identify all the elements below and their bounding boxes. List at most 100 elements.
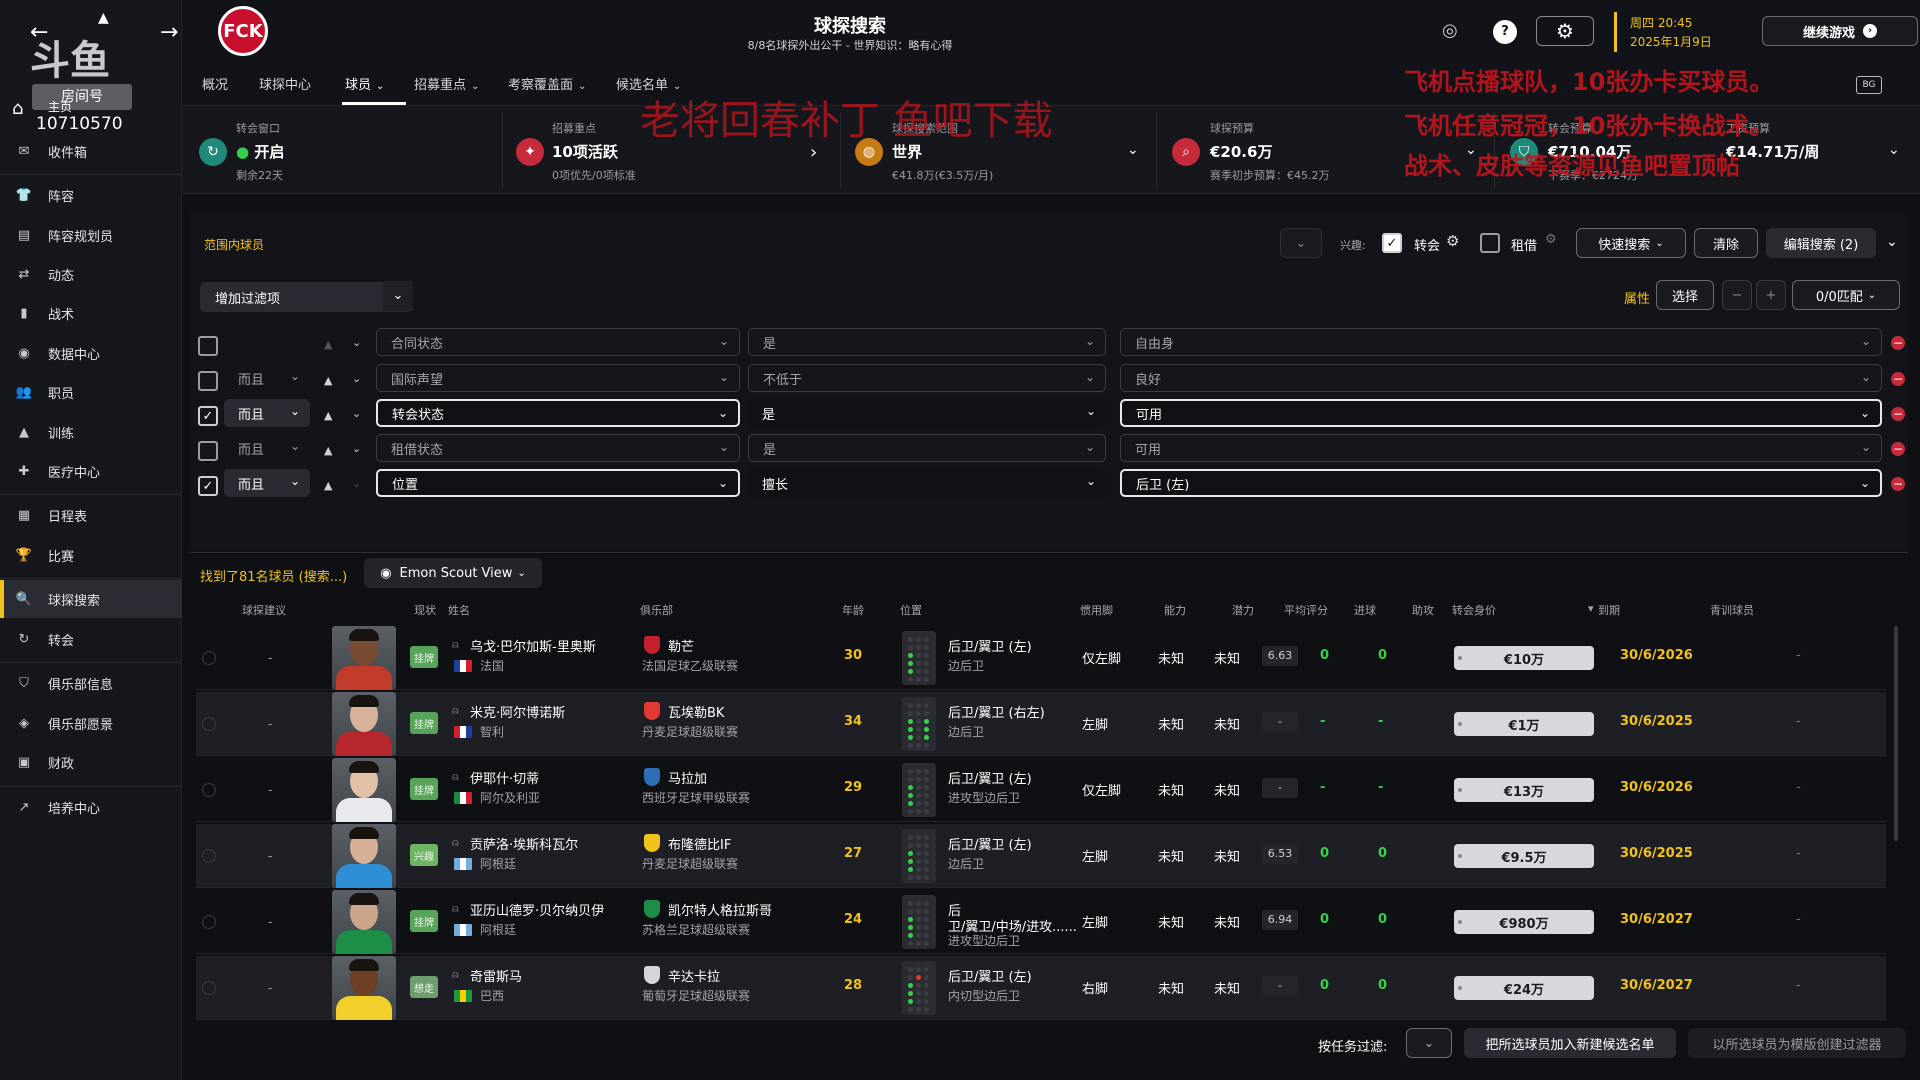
up-arrow-icon[interactable]: ▲: [324, 409, 332, 422]
filter-checkbox[interactable]: ✓: [198, 476, 218, 496]
quick-search-button[interactable]: 快速搜索 ⌄: [1576, 228, 1686, 258]
sidebar-item-data-hub[interactable]: ◉ 数据中心: [0, 334, 182, 372]
table-row[interactable]: - 挂牌 ⍝ 伊耶什·切蒂 阿尔及利亚 马拉加 西班牙足球甲级联赛 29 后卫/翼卫 (左) 进…: [196, 758, 1886, 822]
table-row[interactable]: - 挂牌 ⍝ 乌戈·巴尔加斯-里奥斯 法国 勒芒 法国足球乙级联赛 30 后卫/翼卫 (左) 边…: [196, 626, 1886, 690]
filter-field-dropdown[interactable]: 位置 ⌄: [376, 469, 740, 497]
col-header-avg[interactable]: 平均评分: [1284, 602, 1328, 618]
row-checkbox[interactable]: [202, 981, 216, 995]
filter-value-dropdown[interactable]: 自由身 ⌄: [1120, 328, 1882, 356]
col-header-status[interactable]: 现状: [414, 602, 436, 618]
col-header-name[interactable]: 姓名: [448, 602, 470, 618]
filter-operator-dropdown[interactable]: 不低于 ⌄: [748, 364, 1106, 392]
col-header-expires[interactable]: 到期: [1598, 602, 1620, 618]
sidebar-item-development[interactable]: ↗ 培养中心: [0, 788, 182, 826]
gear-icon[interactable]: ⚙: [1446, 232, 1459, 250]
add-filter-dropdown[interactable]: 增加过滤项 ⌄: [200, 281, 413, 312]
col-header-ability[interactable]: 能力: [1164, 602, 1186, 618]
remove-filter-icon[interactable]: −: [1891, 442, 1905, 456]
filter-operator-dropdown[interactable]: 是 ⌄: [748, 328, 1106, 356]
sidebar-item-finances[interactable]: ▣ 财政: [0, 743, 182, 781]
row-checkbox[interactable]: [202, 783, 216, 797]
clear-button[interactable]: 清除: [1694, 228, 1758, 258]
filter-conjunction-dropdown[interactable]: 而且 ⌄: [224, 469, 310, 497]
club-crest-icon[interactable]: FCK: [218, 6, 268, 56]
tab-coverage[interactable]: 考察覆盖面 ⌄: [508, 74, 586, 93]
up-arrow-icon[interactable]: ▲: [324, 444, 332, 457]
sidebar-item-inbox[interactable]: ✉ 收件箱: [0, 132, 182, 170]
filter-value-dropdown[interactable]: 后卫 (左) ⌄: [1120, 469, 1882, 497]
loan-checkbox[interactable]: [1480, 233, 1500, 253]
sidebar-item-training[interactable]: ▲ 训练: [0, 413, 182, 451]
chevron-down-icon[interactable]: ⌄: [1888, 142, 1900, 158]
filter-checkbox[interactable]: [198, 371, 218, 391]
scrollbar[interactable]: [1894, 626, 1898, 841]
chevron-down-icon[interactable]: ⌄: [352, 442, 361, 455]
up-arrow-icon[interactable]: ▲: [324, 374, 332, 387]
create-filter-button[interactable]: 以所选球员为模版创建过滤器: [1688, 1028, 1906, 1058]
filter-conjunction-dropdown[interactable]: 而且 ⌄: [224, 399, 310, 427]
filter-value-dropdown[interactable]: 可用 ⌄: [1120, 399, 1882, 427]
remove-filter-icon[interactable]: −: [1891, 477, 1905, 491]
col-header-foot[interactable]: 惯用脚: [1080, 602, 1113, 618]
filter-checkbox[interactable]: [198, 441, 218, 461]
up-arrow-icon[interactable]: ▲: [324, 479, 332, 492]
chevron-down-icon[interactable]: ⌄: [352, 407, 361, 420]
filter-field-dropdown[interactable]: 合同状态 ⌄: [376, 328, 740, 356]
col-header-value[interactable]: 转会身价: [1452, 602, 1496, 618]
remove-filter-icon[interactable]: −: [1891, 336, 1905, 350]
sidebar-item-tactics[interactable]: ▮ 战术: [0, 294, 182, 332]
row-checkbox[interactable]: [202, 849, 216, 863]
filter-conjunction-dropdown[interactable]: 而且 ⌄: [224, 364, 310, 392]
tab-players[interactable]: 球员 ⌄: [345, 74, 384, 93]
sidebar-item-schedule[interactable]: ▦ 日程表: [0, 496, 182, 534]
row-checkbox[interactable]: [202, 915, 216, 929]
filter-value-dropdown[interactable]: 可用 ⌄: [1120, 434, 1882, 462]
filter-checkbox[interactable]: ✓: [198, 406, 218, 426]
filter-operator-dropdown[interactable]: 擅长 ⌄: [748, 469, 1106, 497]
row-checkbox[interactable]: [202, 651, 216, 665]
up-arrow-icon[interactable]: ▲: [324, 338, 332, 351]
continue-button[interactable]: 继续游戏 ›: [1762, 16, 1918, 46]
stat-recruitment[interactable]: 招募重点 10项活跃 0项优先/0项标准: [552, 120, 636, 183]
chevron-down-icon[interactable]: ⌄: [1886, 234, 1898, 250]
col-header-potential[interactable]: 潜力: [1232, 602, 1254, 618]
forward-arrow-icon[interactable]: →: [160, 20, 178, 45]
home-icon[interactable]: ⌂: [12, 98, 23, 119]
transfer-checkbox[interactable]: ✓: [1382, 233, 1402, 253]
remove-filter-icon[interactable]: −: [1891, 407, 1905, 421]
sidebar-item-transfers[interactable]: ↻ 转会: [0, 620, 182, 658]
col-header-position[interactable]: 位置: [900, 602, 922, 618]
up-arrow-icon[interactable]: ▲: [98, 10, 109, 26]
filter-conjunction-dropdown[interactable]: 而且 ⌄: [224, 434, 310, 462]
col-header-age[interactable]: 年龄: [842, 602, 864, 618]
sidebar-item-medical[interactable]: ✚ 医疗中心: [0, 452, 182, 490]
col-header-assists[interactable]: 助攻: [1412, 602, 1434, 618]
table-row[interactable]: - 兴趣 ⍝ 贡萨洛·埃斯科瓦尔 阿根廷 布隆德比IF 丹麦足球超级联赛 27 后卫/翼卫 (…: [196, 824, 1886, 888]
gear-icon[interactable]: ⚙: [1545, 232, 1557, 247]
chevron-down-icon[interactable]: ⌄: [352, 336, 361, 349]
view-selector[interactable]: ◉ Emon Scout View ⌄: [364, 558, 542, 588]
tab-overview[interactable]: 概况: [202, 74, 228, 93]
sidebar-item-competitions[interactable]: 🏆 比赛: [0, 536, 182, 574]
col-header-youth[interactable]: 青训球员: [1710, 602, 1754, 618]
sidebar-item-scouting[interactable]: 🔍 球探搜索: [0, 580, 182, 618]
sidebar-item-club-vision[interactable]: ◈ 俱乐部愿景: [0, 704, 182, 742]
sidebar-item-squad-planner[interactable]: ▤ 阵容规划员: [0, 216, 182, 254]
filter-field-dropdown[interactable]: 租借状态 ⌄: [376, 434, 740, 462]
remove-filter-icon[interactable]: −: [1891, 372, 1905, 386]
settings-icon[interactable]: ⚙: [1536, 16, 1594, 46]
col-header-club[interactable]: 俱乐部: [640, 602, 673, 618]
help-icon[interactable]: ?: [1493, 20, 1517, 44]
sidebar-item-dynamics[interactable]: ⇄ 动态: [0, 255, 182, 293]
table-row[interactable]: - 挂牌 ⍝ 亚历山德罗·贝尔纳贝伊 阿根廷 凯尔特人格拉斯哥 苏格兰足球超级联赛 24 后卫…: [196, 890, 1886, 954]
match-dropdown[interactable]: 0/0匹配 ⌄: [1792, 280, 1900, 310]
chevron-down-icon[interactable]: ⌄: [352, 477, 361, 490]
edit-search-button[interactable]: 编辑搜索 (2): [1766, 228, 1876, 258]
filter-checkbox[interactable]: [198, 336, 218, 356]
filter-field-dropdown[interactable]: 国际声望 ⌄: [376, 364, 740, 392]
controller-icon[interactable]: ◎: [1442, 20, 1458, 41]
filter-value-dropdown[interactable]: 良好 ⌄: [1120, 364, 1882, 392]
filter-operator-dropdown[interactable]: 是 ⌄: [748, 399, 1106, 427]
screen-icon[interactable]: BG: [1856, 76, 1882, 94]
table-row[interactable]: - 挂牌 ⍝ 米克·阿尔博诺斯 智利 瓦埃勒BK 丹麦足球超级联赛 34 后卫/翼卫 (右左)…: [196, 692, 1886, 756]
